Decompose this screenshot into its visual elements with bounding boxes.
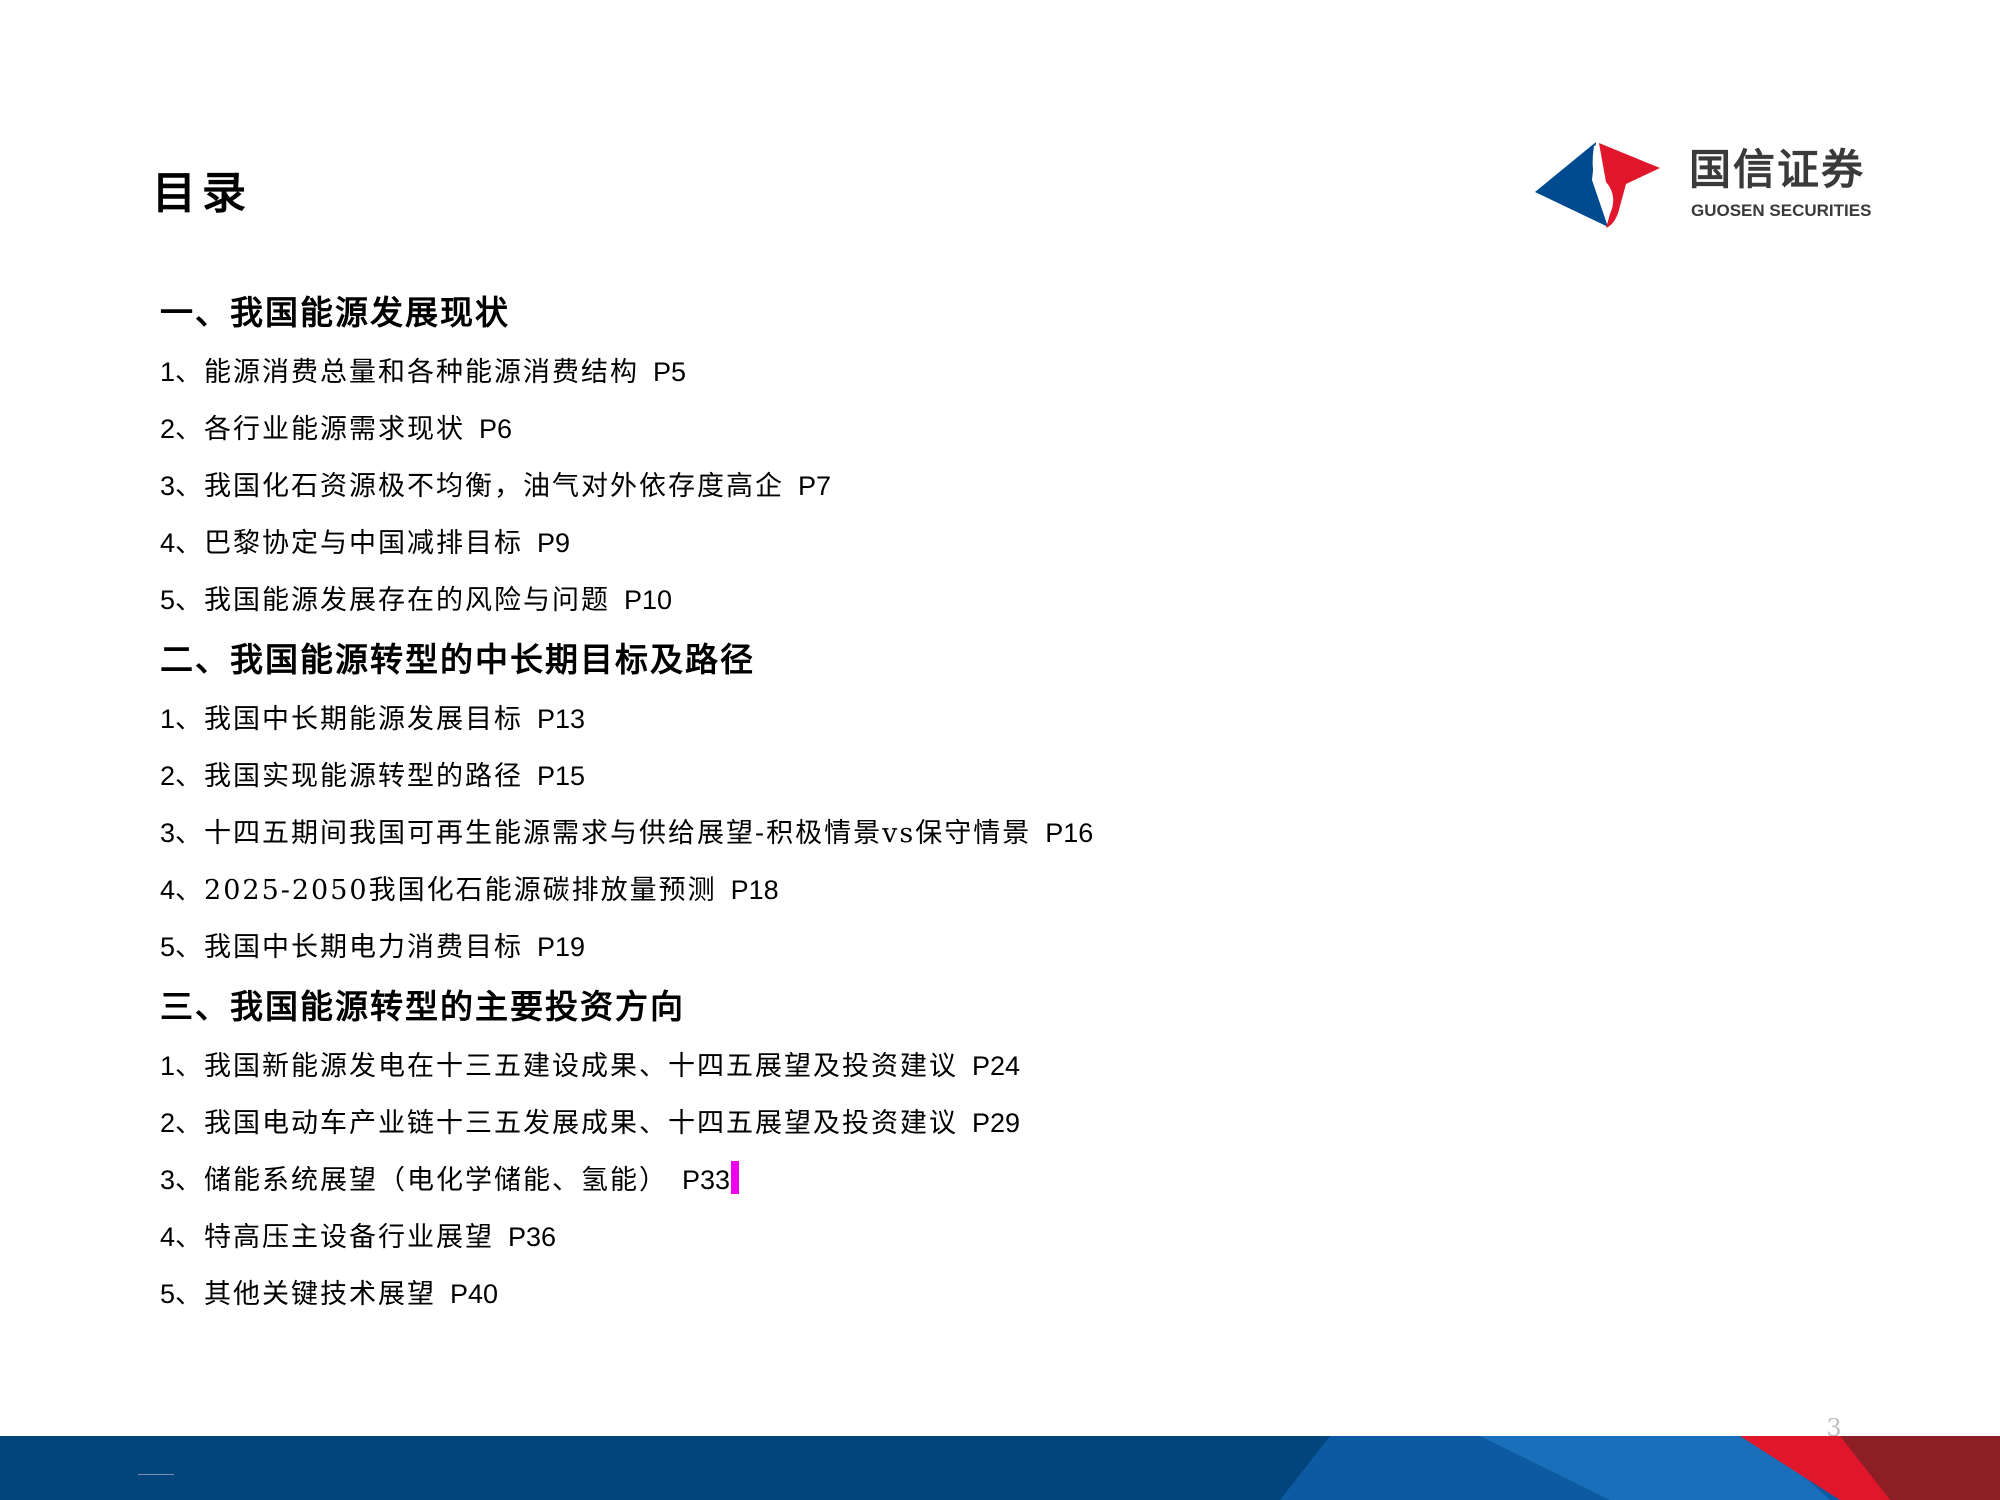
item-page-ref: P18 bbox=[730, 875, 779, 905]
item-number: 1 bbox=[160, 1051, 176, 1081]
toc-item[interactable]: 4、2025-2050我国化石能源碳排放量预测 P18 bbox=[160, 862, 1660, 919]
item-page-ref: P15 bbox=[537, 761, 586, 791]
toc-item[interactable]: 1、能源消费总量和各种能源消费结构 P5 bbox=[160, 344, 1660, 401]
item-number: 5 bbox=[160, 1279, 176, 1309]
item-page-ref: P19 bbox=[537, 932, 586, 962]
toc-item[interactable]: 5、我国中长期电力消费目标 P19 bbox=[160, 919, 1660, 976]
toc-item[interactable]: 1、我国中长期能源发展目标 P13 bbox=[160, 691, 1660, 748]
company-logo: 国信证券 GUOSEN SECURITIES bbox=[1532, 138, 1882, 238]
item-page-ref: P24 bbox=[972, 1051, 1021, 1081]
item-text: 、十四五期间我国可再生能源需求与供给展望-积极情景vs保守情景 bbox=[175, 818, 1032, 849]
toc-item[interactable]: 2、各行业能源需求现状 P6 bbox=[160, 401, 1660, 458]
item-number: 2 bbox=[160, 1108, 176, 1138]
toc-section-2: 二、我国能源转型的中长期目标及路径 1、我国中长期能源发展目标 P13 2、我国实… bbox=[160, 629, 1660, 976]
item-page-ref: P36 bbox=[508, 1222, 557, 1252]
item-number: 2 bbox=[160, 761, 176, 791]
item-text: 、我国化石资源极不均衡，油气对外依存度高企 bbox=[175, 471, 785, 502]
item-number: 4 bbox=[160, 1222, 176, 1252]
item-page-ref: P7 bbox=[798, 471, 832, 501]
item-page-ref: P16 bbox=[1045, 818, 1094, 848]
toc-item[interactable]: 4、巴黎协定与中国减排目标 P9 bbox=[160, 515, 1660, 572]
table-of-contents: 一、我国能源发展现状 1、能源消费总量和各种能源消费结构 P5 2、各行业能源需求… bbox=[160, 282, 1660, 1323]
item-number: 5 bbox=[160, 585, 176, 615]
toc-item[interactable]: 2、我国电动车产业链十三五发展成果、十四五展望及投资建议 P29 bbox=[160, 1095, 1660, 1152]
toc-item[interactable]: 2、我国实现能源转型的路径 P15 bbox=[160, 748, 1660, 805]
toc-item[interactable]: 3、我国化石资源极不均衡，油气对外依存度高企 P7 bbox=[160, 458, 1660, 515]
page-title: 目录 bbox=[152, 168, 252, 219]
item-text: 、储能系统展望（电化学储能、氢能） bbox=[175, 1165, 669, 1196]
footer-decoration bbox=[0, 1436, 2000, 1500]
item-text: 、2025-2050我国化石能源碳排放量预测 bbox=[175, 875, 717, 906]
item-text: 、我国中长期能源发展目标 bbox=[175, 704, 524, 735]
item-number: 1 bbox=[160, 357, 176, 387]
section-heading: 三、我国能源转型的主要投资方向 bbox=[160, 987, 685, 1026]
item-number: 2 bbox=[160, 414, 176, 444]
item-page-ref: P13 bbox=[537, 704, 586, 734]
logo-chinese-name: 国信证券 bbox=[1689, 145, 1866, 194]
item-text: 、我国新能源发电在十三五建设成果、十四五展望及投资建议 bbox=[175, 1051, 959, 1082]
toc-section-3: 三、我国能源转型的主要投资方向 1、我国新能源发电在十三五建设成果、十四五展望及… bbox=[160, 976, 1660, 1323]
item-number: 4 bbox=[160, 875, 176, 905]
item-page-ref: P33 bbox=[682, 1165, 731, 1195]
item-page-ref: P9 bbox=[537, 528, 571, 558]
item-number: 1 bbox=[160, 704, 176, 734]
item-page-ref: P10 bbox=[624, 585, 673, 615]
toc-item[interactable]: 3、十四五期间我国可再生能源需求与供给展望-积极情景vs保守情景 P16 bbox=[160, 805, 1660, 862]
item-text: 、其他关键技术展望 bbox=[175, 1279, 437, 1310]
item-text: 、我国电动车产业链十三五发展成果、十四五展望及投资建议 bbox=[175, 1108, 959, 1139]
item-number: 5 bbox=[160, 932, 176, 962]
toc-item[interactable]: 5、其他关键技术展望 P40 bbox=[160, 1266, 1660, 1323]
toc-item[interactable]: 1、我国新能源发电在十三五建设成果、十四五展望及投资建议 P24 bbox=[160, 1038, 1660, 1095]
text-cursor-highlight bbox=[731, 1161, 740, 1194]
section-heading: 一、我国能源发展现状 bbox=[160, 293, 510, 332]
item-text: 、各行业能源需求现状 bbox=[175, 414, 466, 445]
item-page-ref: P40 bbox=[450, 1279, 499, 1309]
item-text: 、我国能源发展存在的风险与问题 bbox=[175, 585, 611, 616]
item-text: 、我国实现能源转型的路径 bbox=[175, 761, 524, 792]
item-text: 、巴黎协定与中国减排目标 bbox=[175, 528, 524, 559]
toc-section-1: 一、我国能源发展现状 1、能源消费总量和各种能源消费结构 P5 2、各行业能源需求… bbox=[160, 282, 1660, 629]
item-number: 4 bbox=[160, 528, 176, 558]
logo-english-name: GUOSEN SECURITIES bbox=[1691, 201, 1872, 220]
item-text: 、我国中长期电力消费目标 bbox=[175, 932, 524, 963]
logo-mark-icon bbox=[1535, 142, 1660, 228]
logo-red-wing bbox=[1599, 143, 1660, 228]
item-page-ref: P6 bbox=[479, 414, 513, 444]
toc-item[interactable]: 4、特高压主设备行业展望 P36 bbox=[160, 1209, 1660, 1266]
toc-item[interactable]: 5、我国能源发展存在的风险与问题 P10 bbox=[160, 572, 1660, 629]
section-heading: 二、我国能源转型的中长期目标及路径 bbox=[160, 640, 755, 679]
toc-item[interactable]: 3、储能系统展望（电化学储能、氢能） P33 bbox=[160, 1152, 1660, 1209]
item-number: 3 bbox=[160, 1165, 176, 1195]
item-text: 、特高压主设备行业展望 bbox=[175, 1222, 495, 1253]
item-number: 3 bbox=[160, 471, 176, 501]
footer-band bbox=[0, 1436, 2000, 1500]
item-number: 3 bbox=[160, 818, 176, 848]
footer-divider bbox=[138, 1474, 174, 1475]
slide: 目录 国信证券 GUOSEN SECURITIES 一、我国能源发展现状 1、能… bbox=[0, 0, 2000, 1500]
item-page-ref: P29 bbox=[972, 1108, 1021, 1138]
item-page-ref: P5 bbox=[653, 357, 687, 387]
item-text: 、能源消费总量和各种能源消费结构 bbox=[175, 357, 640, 388]
